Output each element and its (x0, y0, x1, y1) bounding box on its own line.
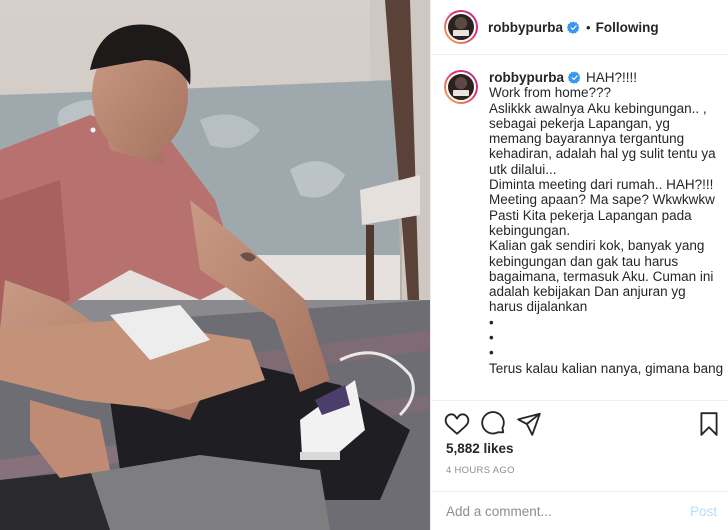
separator-dot: • (586, 19, 591, 35)
caption-avatar[interactable] (444, 70, 478, 104)
post-actions: 5,882 likes 4 HOURS AGO Post (431, 400, 728, 530)
caption-line: Pasti Kita pekerja Lapangan pada (489, 207, 692, 223)
comment-input[interactable] (446, 504, 690, 519)
caption-username[interactable]: robbypurba (489, 70, 564, 85)
caption-line: harus dijalankan (489, 299, 588, 315)
bookmark-icon[interactable] (696, 411, 722, 437)
caption-line: • (489, 330, 494, 346)
caption-line: kehadiran, adalah hal yg sulit tentu ya (489, 146, 716, 162)
share-icon[interactable] (516, 411, 542, 437)
caption-line: Diminta meeting dari rumah.. HAH?!!! (489, 177, 714, 193)
comments-scroll-area[interactable]: robbypurba HAH?!!!! Work from home??? As… (431, 56, 728, 399)
avatar-image (446, 12, 476, 42)
caption-line: Work from home??? (489, 85, 612, 101)
caption-line: Kalian gak sendiri kok, banyak yang (489, 238, 705, 254)
header-username[interactable]: robbypurba (488, 20, 563, 35)
avatar-image (446, 72, 476, 102)
caption-line: adalah kebijakan Dan anjuran yg (489, 284, 686, 300)
caption-line: • (489, 345, 494, 361)
heart-icon[interactable] (444, 411, 470, 437)
comment-icon[interactable] (480, 411, 506, 437)
avatar[interactable] (444, 10, 478, 44)
caption: robbypurba HAH?!!!! Work from home??? As… (444, 70, 723, 376)
caption-text: robbypurba HAH?!!!! Work from home??? As… (489, 70, 723, 376)
caption-line: Aslikkk awalnya Aku kebingungan.. , (489, 100, 707, 116)
post-photo[interactable] (0, 0, 430, 530)
add-comment-bar: Post (431, 491, 728, 530)
post-timestamp[interactable]: 4 HOURS AGO (446, 465, 515, 476)
likes-count[interactable]: 5,882 likes (446, 441, 514, 456)
caption-line: memang bayarannya tergantung (489, 131, 685, 147)
caption-line: utk dilalui... (489, 161, 557, 177)
caption-first-line: HAH?!!!! (586, 70, 638, 85)
caption-line: sebagai pekerja Lapangan, yg (489, 115, 670, 131)
verified-badge-icon (567, 20, 580, 34)
caption-line: kebingungan. (489, 222, 571, 238)
caption-line: bagaimana, termasuk Aku. Cuman ini (489, 268, 714, 284)
caption-line: Meeting apaan? Ma sape? Wkwkwkw (489, 192, 715, 208)
post-side-panel: robbypurba • Following robbypurba HAH?!!… (430, 0, 728, 530)
post-comment-button[interactable]: Post (690, 504, 717, 519)
post-header: robbypurba • Following (431, 0, 728, 55)
photo-illustration (0, 0, 430, 530)
following-button[interactable]: Following (596, 20, 659, 35)
caption-line: kebingungan dan gak tau harus (489, 253, 679, 269)
caption-line: • (489, 314, 494, 330)
caption-line: Terus kalau kalian nanya, gimana bang (489, 360, 724, 376)
verified-badge-icon (568, 71, 581, 85)
